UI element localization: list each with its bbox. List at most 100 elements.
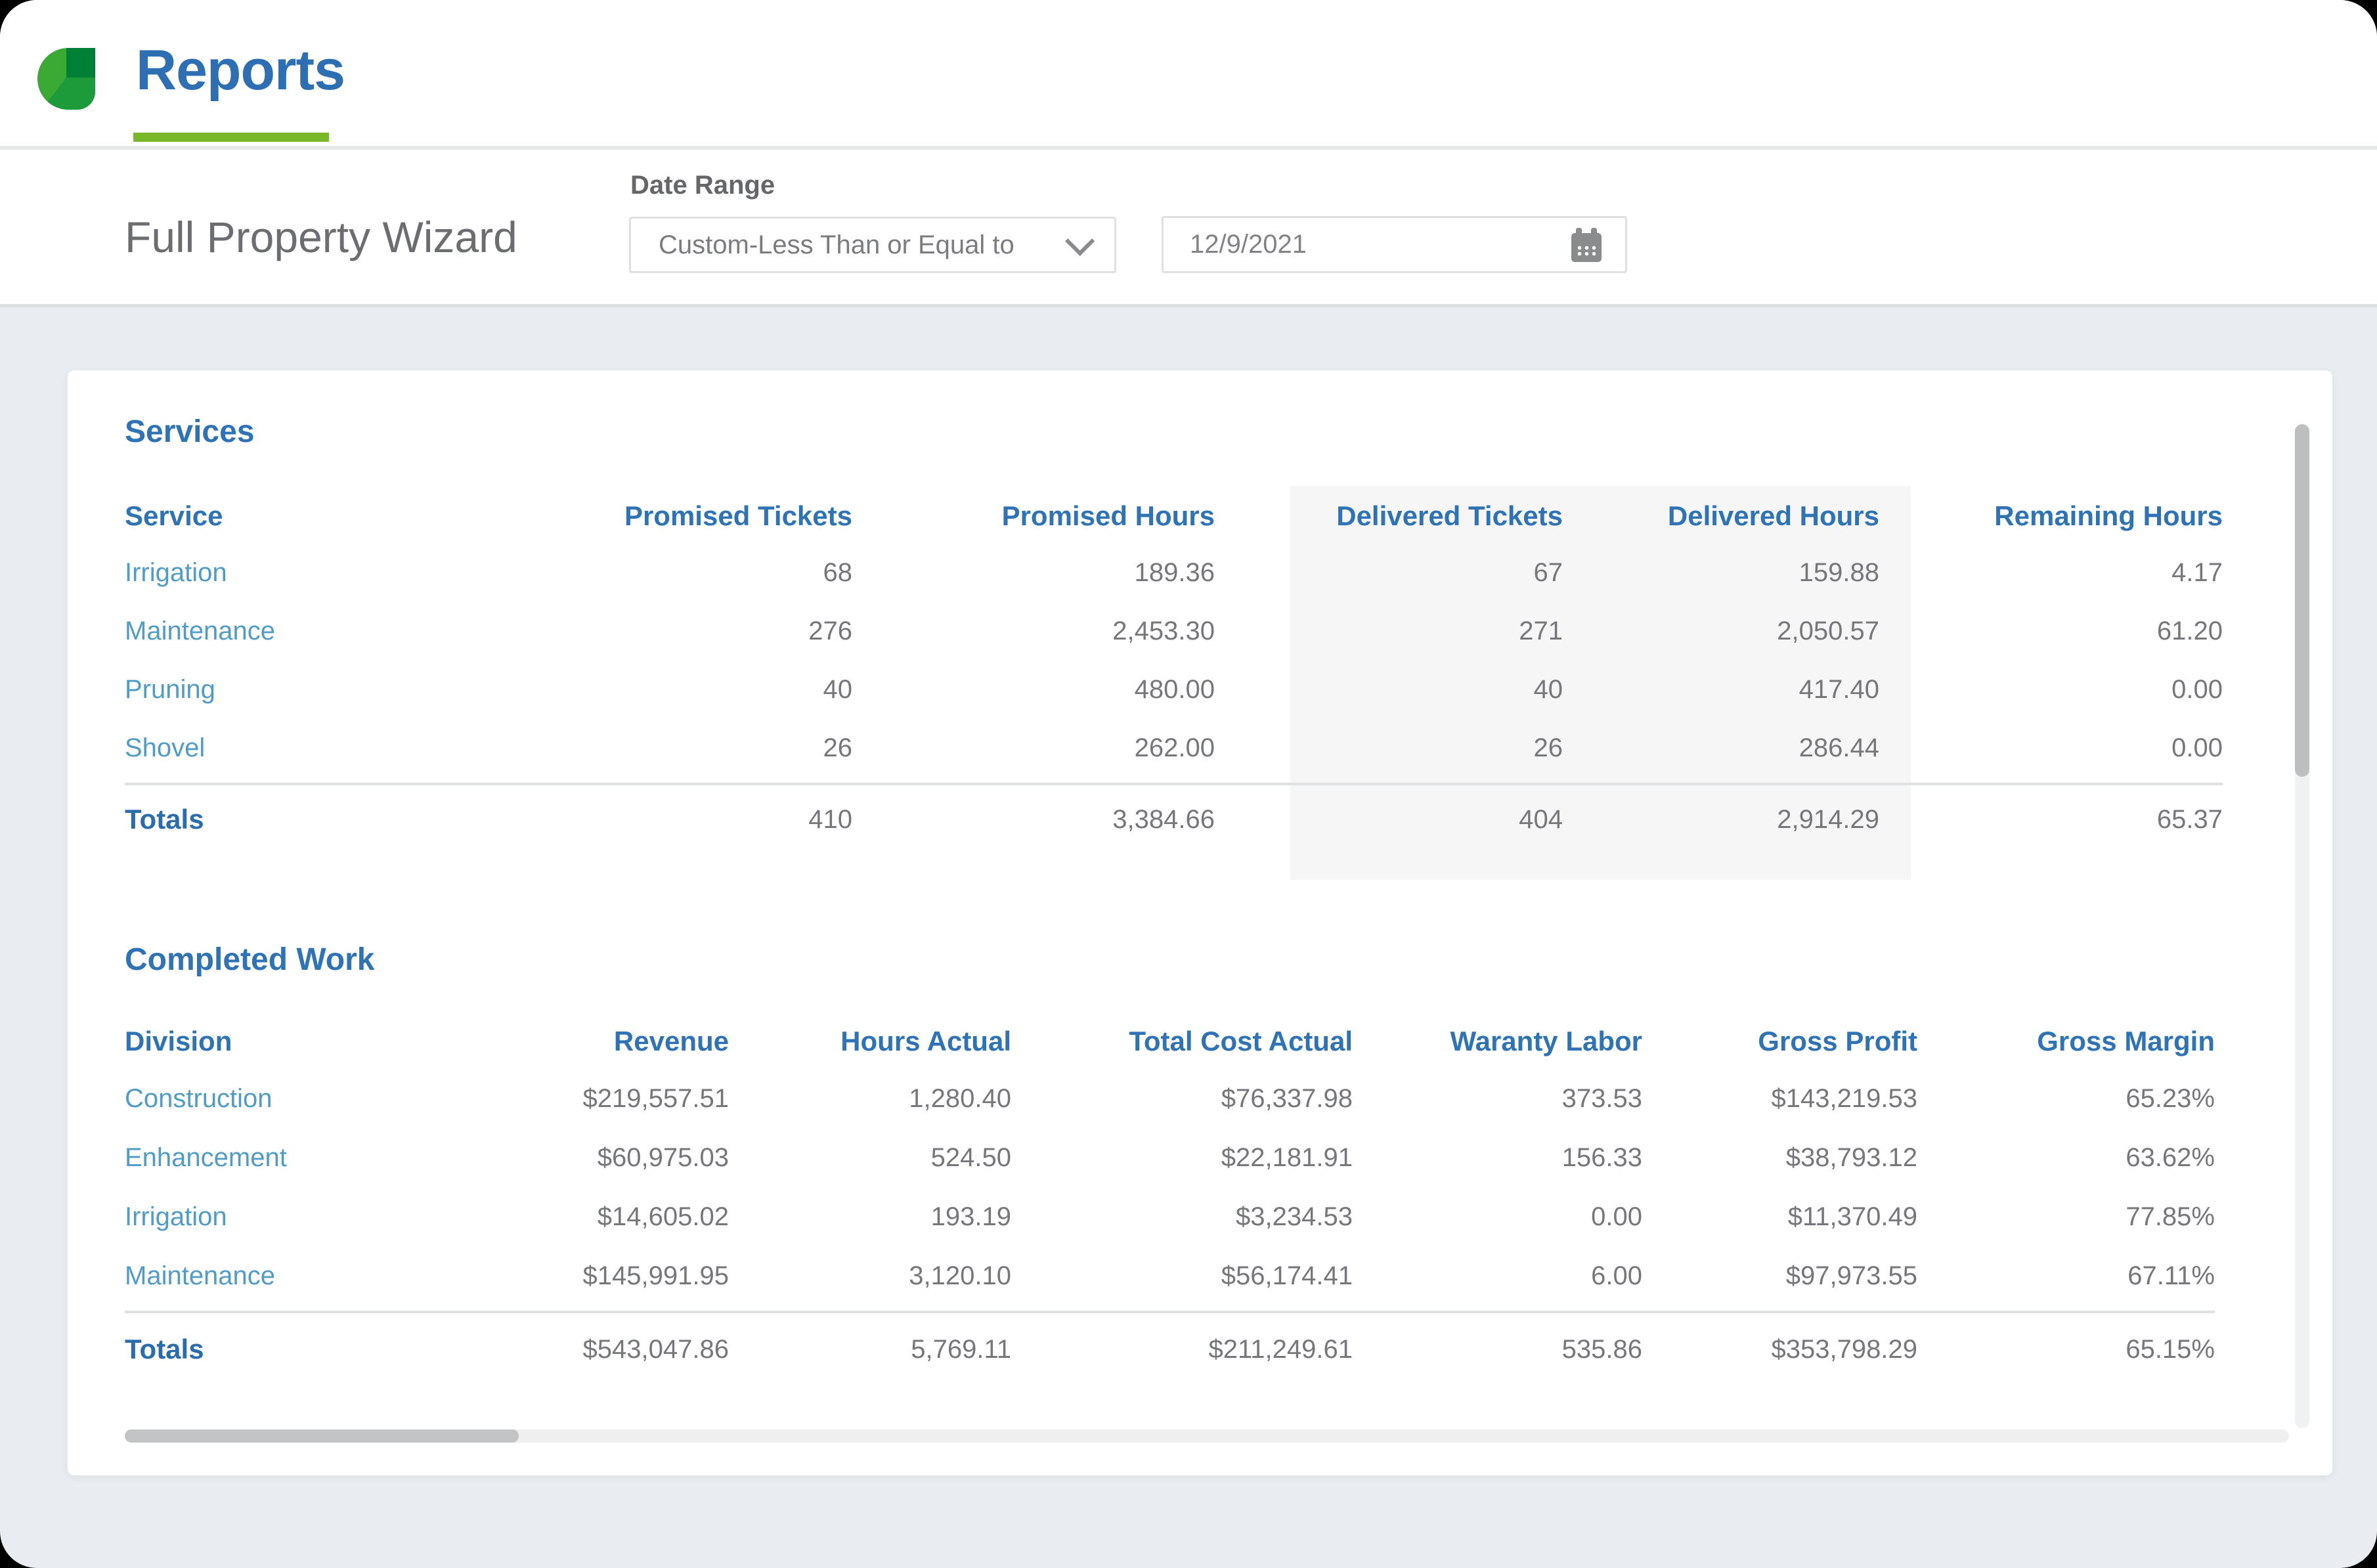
cell-value: 40 [1215, 675, 1563, 705]
date-input[interactable]: 12/9/2021 [1162, 216, 1627, 273]
tab-reports[interactable]: Reports [136, 38, 345, 103]
services-table: Service Promised Tickets Promised Hours … [125, 489, 2223, 854]
cell-value: 26 [545, 733, 852, 763]
page-title: Reports [136, 38, 345, 103]
division-link[interactable]: Construction [125, 1084, 545, 1114]
column-header: Delivered Tickets [1215, 500, 1563, 532]
table-row: Construction $219,557.51 1,280.40 $76,33… [125, 1069, 2215, 1128]
active-tab-underline [133, 133, 329, 142]
total-value: 404 [1215, 805, 1563, 835]
date-range-label: Date Range [630, 171, 775, 200]
division-link[interactable]: Enhancement [125, 1143, 545, 1173]
cell-value: 262.00 [852, 733, 1215, 763]
table-row: Pruning 40 480.00 40 417.40 0.00 [125, 661, 2223, 719]
cell-value: $219,557.51 [545, 1084, 729, 1114]
division-link[interactable]: Maintenance [125, 1261, 545, 1291]
cell-value: 65.23% [1917, 1084, 2215, 1114]
date-value: 12/9/2021 [1190, 230, 1571, 259]
column-header: Gross Margin [1917, 1026, 2215, 1057]
cell-value: 3,120.10 [729, 1261, 1011, 1291]
service-link[interactable]: Maintenance [125, 617, 545, 646]
column-header: Hours Actual [729, 1026, 1011, 1057]
cell-value: 67.11% [1917, 1261, 2215, 1291]
calendar-icon[interactable] [1571, 228, 1602, 262]
app-window: Reports Full Property Wizard Date Range … [0, 0, 2377, 1568]
cell-value: 480.00 [852, 675, 1215, 705]
table-row: Irrigation 68 189.36 67 159.88 4.17 [125, 544, 2223, 602]
cell-value: $38,793.12 [1642, 1143, 1917, 1173]
report-title: Full Property Wizard [125, 212, 517, 262]
vertical-scrollbar[interactable] [2295, 424, 2309, 1428]
column-header: Revenue [545, 1026, 729, 1057]
cell-value: $11,370.49 [1642, 1202, 1917, 1232]
cell-value: $97,973.55 [1642, 1261, 1917, 1291]
cell-value: 271 [1215, 617, 1563, 646]
cell-value: 63.62% [1917, 1143, 2215, 1173]
report-toolbar: Full Property Wizard Date Range Custom-L… [0, 150, 2377, 307]
column-header: Remaining Hours [1879, 500, 2223, 532]
cell-value: 189.36 [852, 558, 1215, 588]
service-link[interactable]: Irrigation [125, 558, 545, 588]
column-header: Service [125, 500, 545, 532]
division-link[interactable]: Irrigation [125, 1202, 545, 1232]
column-header: Total Cost Actual [1011, 1026, 1353, 1057]
cell-value: $22,181.91 [1011, 1143, 1353, 1173]
cell-value: 77.85% [1917, 1202, 2215, 1232]
column-header: Promised Tickets [545, 500, 852, 532]
total-value: 65.15% [1917, 1335, 2215, 1364]
cell-value: 193.19 [729, 1202, 1011, 1232]
table-row: Shovel 26 262.00 26 286.44 0.00 [125, 719, 2223, 777]
completed-work-header-row: Division Revenue Hours Actual Total Cost… [125, 1014, 2215, 1069]
vertical-scrollbar-thumb[interactable] [2295, 424, 2309, 777]
cell-value: 0.00 [1353, 1202, 1642, 1232]
cell-value: 276 [545, 617, 852, 646]
table-row: Enhancement $60,975.03 524.50 $22,181.91… [125, 1128, 2215, 1187]
cell-value: 26 [1215, 733, 1563, 763]
totals-row: Totals 410 3,384.66 404 2,914.29 65.37 [125, 785, 2223, 854]
cell-value: 524.50 [729, 1143, 1011, 1173]
cell-value: 286.44 [1563, 733, 1879, 763]
cell-value: $56,174.41 [1011, 1261, 1353, 1291]
cell-value: 1,280.40 [729, 1084, 1011, 1114]
total-value: $353,798.29 [1642, 1335, 1917, 1364]
total-value: 410 [545, 805, 852, 835]
cell-value: $145,991.95 [545, 1261, 729, 1291]
chevron-down-icon [1065, 227, 1095, 256]
column-header: Delivered Hours [1563, 500, 1879, 532]
cell-value: 0.00 [1879, 675, 2223, 705]
total-value: 5,769.11 [729, 1335, 1011, 1364]
cell-value: $76,337.98 [1011, 1084, 1353, 1114]
completed-work-table: Division Revenue Hours Actual Total Cost… [125, 1014, 2215, 1385]
service-link[interactable]: Pruning [125, 675, 545, 705]
cell-value: $143,219.53 [1642, 1084, 1917, 1114]
cell-value: 61.20 [1879, 617, 2223, 646]
total-value: 65.37 [1879, 805, 2223, 835]
totals-label: Totals [125, 804, 545, 835]
total-value: 535.86 [1353, 1335, 1642, 1364]
page-body: Services Service Promised Tickets Promis… [0, 307, 2377, 1568]
horizontal-scrollbar[interactable] [125, 1429, 2289, 1443]
cell-value: 156.33 [1353, 1143, 1642, 1173]
cell-value: 4.17 [1879, 558, 2223, 588]
leaf-logo-segment [66, 48, 95, 77]
cell-value: 0.00 [1879, 733, 2223, 763]
column-header: Gross Profit [1642, 1026, 1917, 1057]
date-comparator-select[interactable]: Custom-Less Than or Equal to [629, 217, 1116, 273]
cell-value: 67 [1215, 558, 1563, 588]
column-header: Promised Hours [852, 500, 1215, 532]
services-header-row: Service Promised Tickets Promised Hours … [125, 489, 2223, 544]
table-row: Maintenance 276 2,453.30 271 2,050.57 61… [125, 602, 2223, 661]
leaf-logo-segment [66, 77, 95, 110]
horizontal-scrollbar-thumb[interactable] [125, 1429, 519, 1443]
total-value: 2,914.29 [1563, 805, 1879, 835]
column-header: Waranty Labor [1353, 1026, 1642, 1057]
cell-value: 417.40 [1563, 675, 1879, 705]
total-value: 3,384.66 [852, 805, 1215, 835]
leaf-logo-icon [37, 48, 95, 110]
cell-value: 2,050.57 [1563, 617, 1879, 646]
cell-value: $60,975.03 [545, 1143, 729, 1173]
service-link[interactable]: Shovel [125, 733, 545, 763]
table-row: Maintenance $145,991.95 3,120.10 $56,174… [125, 1246, 2215, 1305]
services-heading: Services [125, 414, 255, 450]
cell-value: 68 [545, 558, 852, 588]
